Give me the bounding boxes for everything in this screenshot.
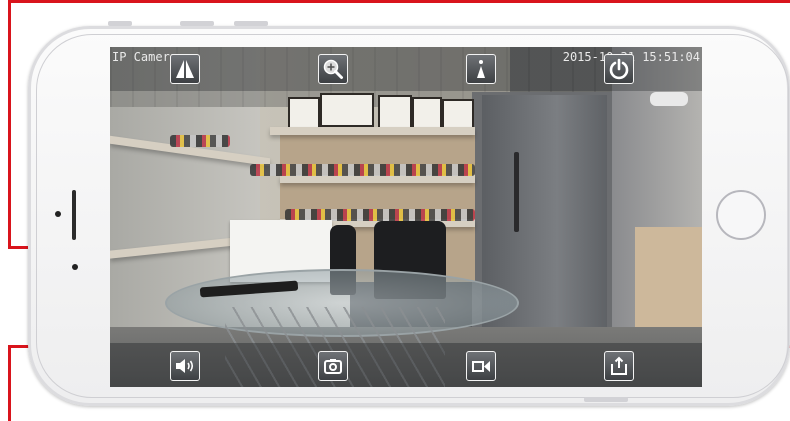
camera-live-view: IP Camera 2015-10-31 15:51:04 bbox=[110, 47, 702, 387]
power-side-button bbox=[584, 397, 628, 402]
zoom-in-icon bbox=[323, 59, 343, 79]
flip-icon bbox=[176, 60, 194, 78]
scene-frame bbox=[320, 93, 374, 127]
video-record-icon bbox=[472, 361, 490, 372]
scene-door-handle bbox=[514, 152, 519, 232]
scene-products bbox=[250, 164, 475, 176]
info-button[interactable] bbox=[466, 54, 496, 84]
scene-frame bbox=[412, 97, 442, 131]
front-camera-dot bbox=[55, 211, 61, 217]
snapshot-button[interactable] bbox=[318, 351, 348, 381]
scene-shelf bbox=[270, 127, 475, 135]
scene-products bbox=[170, 135, 230, 147]
sensor-dot bbox=[72, 264, 78, 270]
volume-up-button bbox=[180, 21, 214, 26]
share-button[interactable] bbox=[604, 351, 634, 381]
power-button[interactable] bbox=[604, 54, 634, 84]
camera-icon bbox=[324, 359, 342, 374]
flip-button[interactable] bbox=[170, 54, 200, 84]
camera-name-overlay: IP Camera bbox=[112, 50, 178, 64]
share-icon bbox=[611, 356, 627, 375]
earpiece-speaker bbox=[72, 190, 76, 240]
info-icon bbox=[477, 60, 485, 78]
scene-camera-device bbox=[650, 92, 688, 106]
power-icon bbox=[609, 58, 629, 80]
speaker-icon bbox=[176, 359, 194, 373]
audio-button[interactable] bbox=[170, 351, 200, 381]
record-button[interactable] bbox=[466, 351, 496, 381]
zoom-button[interactable] bbox=[318, 54, 348, 84]
scene-frame bbox=[378, 95, 412, 129]
mute-switch bbox=[108, 21, 132, 26]
home-button[interactable] bbox=[716, 190, 766, 240]
scene-shelf bbox=[280, 175, 475, 183]
scene-frame bbox=[288, 97, 320, 131]
volume-down-button bbox=[234, 21, 268, 26]
